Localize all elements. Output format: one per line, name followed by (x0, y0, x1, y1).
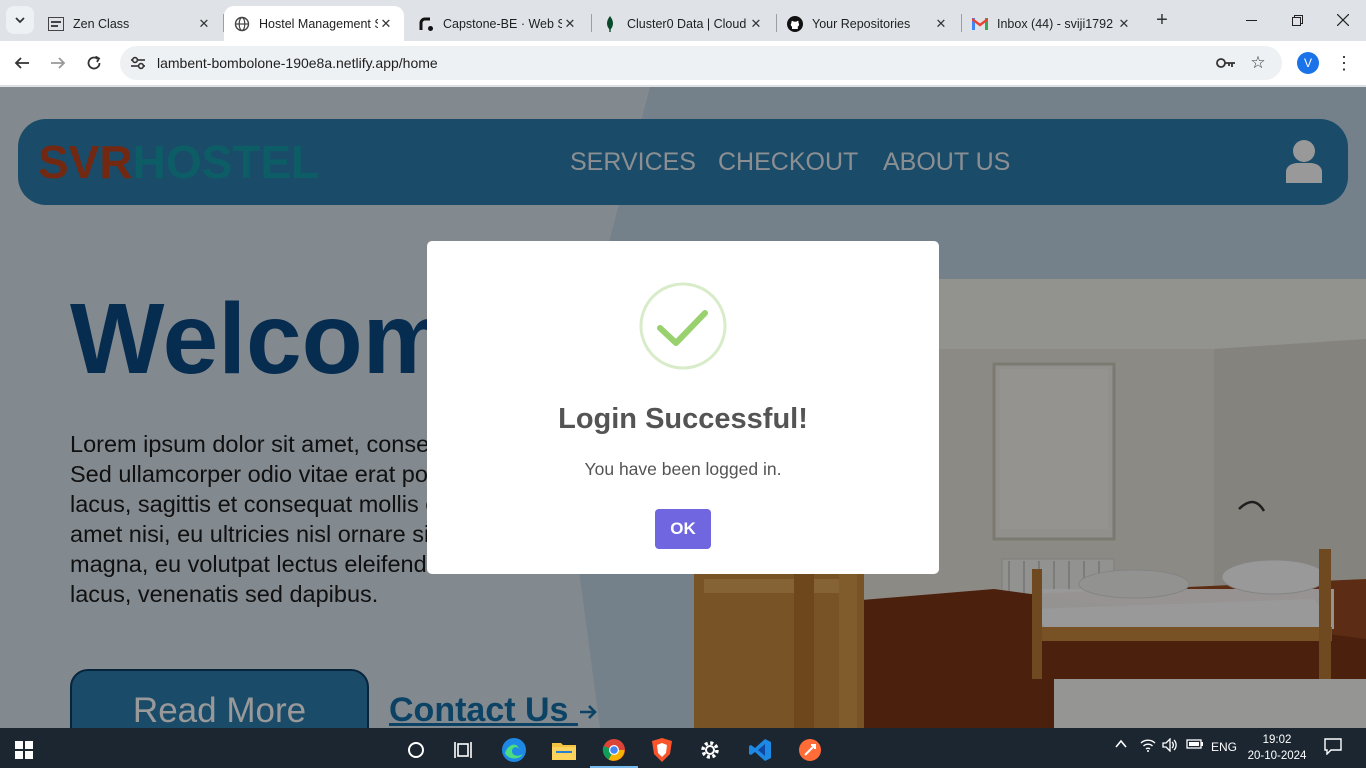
mongodb-leaf-icon (602, 15, 618, 32)
github-icon (787, 15, 803, 32)
url-text: lambent-bombolone-190e8a.netlify.app/hom… (157, 55, 438, 71)
tab-title: Cluster0 Data | Cloud (627, 16, 747, 31)
close-icon (1337, 14, 1349, 26)
postman-icon[interactable] (790, 732, 830, 768)
globe-icon (234, 16, 250, 32)
language-indicator[interactable]: ENG (1211, 740, 1237, 754)
browser-tab-strip: Zen Class ✕ Hostel Management S ✕ Capsto… (0, 0, 1366, 41)
notifications-icon[interactable] (1324, 737, 1342, 758)
wifi-icon[interactable] (1140, 738, 1156, 755)
start-icon[interactable] (4, 732, 44, 768)
task-view-icon[interactable] (444, 732, 484, 768)
new-tab-button[interactable]: + (1150, 8, 1174, 32)
login-success-dialog: Login Successful! You have been logged i… (427, 241, 939, 574)
forward-button[interactable] (44, 49, 72, 77)
tab-title: Hostel Management S (259, 16, 378, 31)
clock-time: 19:02 (1262, 734, 1292, 746)
arrow-left-icon (14, 57, 29, 69)
address-bar[interactable]: lambent-bombolone-190e8a.netlify.app/hom… (120, 46, 1282, 80)
close-icon[interactable]: ✕ (562, 16, 578, 32)
back-button[interactable] (8, 49, 36, 77)
profile-avatar[interactable]: V (1297, 52, 1319, 74)
settings-icon[interactable] (690, 732, 730, 768)
dialog-message: You have been logged in. (584, 459, 782, 479)
volume-icon[interactable] (1162, 737, 1178, 755)
minimize-button[interactable] (1228, 0, 1274, 40)
plus-icon: + (1156, 8, 1168, 31)
gmail-icon (972, 16, 988, 32)
restore-icon (1291, 14, 1303, 26)
tab-hostel-management[interactable]: Hostel Management S ✕ (224, 6, 404, 41)
zen-class-icon (48, 16, 64, 32)
tab-zen-class[interactable]: Zen Class ✕ (38, 6, 222, 41)
reload-icon (87, 55, 101, 70)
password-key-icon[interactable] (1216, 53, 1236, 73)
clock-date: 20-10-2024 (1247, 750, 1307, 762)
tab-title: Inbox (44) - sviji1792 (997, 16, 1114, 31)
close-icon[interactable]: ✕ (748, 16, 764, 32)
restore-button[interactable] (1274, 0, 1320, 40)
system-clock[interactable]: 19:02 20-10-2024 (1244, 732, 1310, 764)
file-explorer-icon[interactable] (544, 732, 584, 768)
tab-title: Capstone-BE · Web S (443, 16, 562, 31)
tab-inbox[interactable]: Inbox (44) - sviji1792 ✕ (962, 6, 1142, 41)
search-circle-icon[interactable] (396, 732, 436, 768)
close-icon[interactable]: ✕ (933, 16, 949, 32)
reload-button[interactable] (80, 49, 108, 77)
show-hidden-icons-icon[interactable] (1114, 737, 1128, 754)
tab-search-button[interactable] (6, 6, 34, 34)
render-icon (418, 16, 434, 32)
tab-your-repositories[interactable]: Your Repositories ✕ (777, 6, 959, 41)
ok-button[interactable]: OK (655, 509, 711, 549)
close-icon[interactable]: ✕ (378, 16, 394, 32)
arrow-right-icon (51, 57, 66, 69)
tab-title: Zen Class (73, 16, 130, 31)
dialog-title: Login Successful! (558, 403, 808, 435)
close-icon[interactable]: ✕ (196, 16, 212, 32)
minimize-icon (1245, 19, 1257, 21)
success-checkmark-icon (639, 282, 727, 370)
edge-icon[interactable] (494, 732, 534, 768)
tab-capstone-be[interactable]: Capstone-BE · Web S ✕ (408, 6, 588, 41)
battery-icon[interactable] (1186, 738, 1204, 753)
page-viewport: SVRHOSTEL SERVICES CHECKOUT ABOUT US Wel… (0, 87, 1366, 728)
tab-cluster0[interactable]: Cluster0 Data | Cloud ✕ (592, 6, 774, 41)
site-info-icon[interactable] (128, 53, 148, 73)
close-icon[interactable]: ✕ (1116, 16, 1132, 32)
chrome-icon[interactable] (594, 732, 634, 768)
brave-icon[interactable] (642, 732, 682, 768)
close-window-button[interactable] (1320, 0, 1366, 40)
chevron-down-icon (15, 17, 25, 24)
browser-toolbar: lambent-bombolone-190e8a.netlify.app/hom… (0, 41, 1366, 86)
tab-title: Your Repositories (812, 16, 911, 31)
menu-kebab-icon[interactable]: ⋮ (1334, 51, 1354, 75)
bookmark-star-icon[interactable]: ☆ (1248, 53, 1268, 73)
vscode-icon[interactable] (740, 732, 780, 768)
windows-taskbar: ENG 19:02 20-10-2024 (0, 728, 1366, 768)
